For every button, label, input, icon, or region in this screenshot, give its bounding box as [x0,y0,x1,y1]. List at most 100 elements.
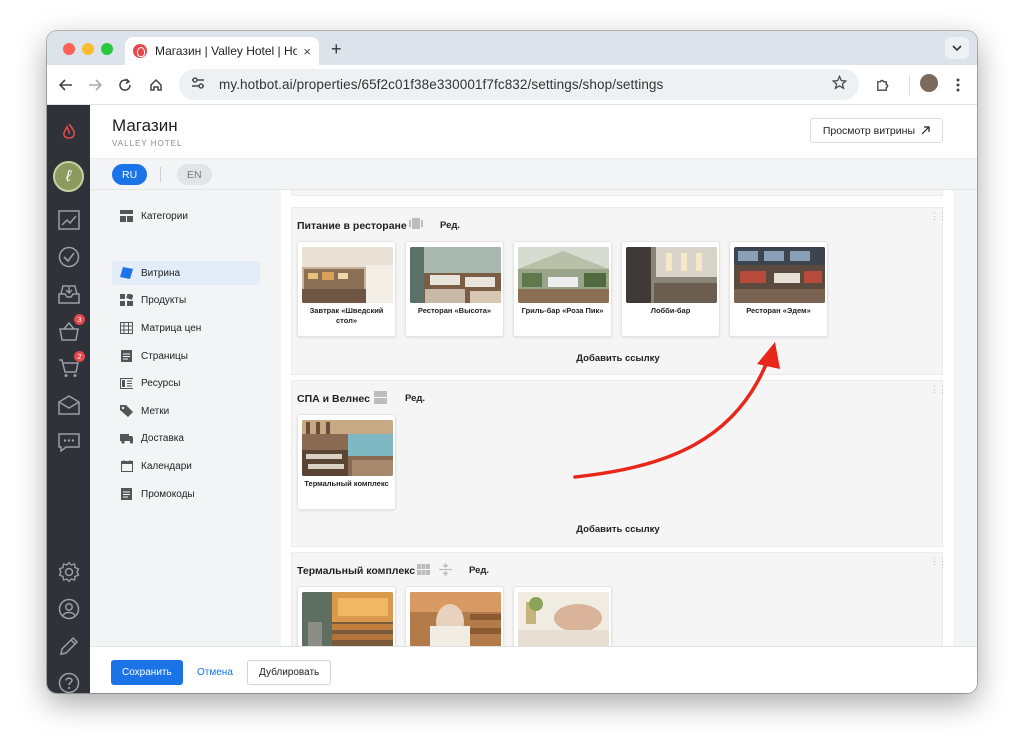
showcase-editor: Питание в ресторане Ред. ⋮⋮ Завтрак «Шве… [281,190,953,646]
profile-avatar[interactable] [920,74,938,92]
sidebar-item-tags[interactable]: Метки [112,399,260,423]
help-icon[interactable] [56,670,81,693]
card-label: Гриль-бар «Роза Пик» [521,306,604,315]
sidebar-item-label: Витрина [141,267,181,279]
list-layout-icon[interactable] [374,391,387,404]
mail-icon[interactable] [56,392,81,417]
section-divider-icon[interactable] [439,563,452,576]
profile-icon[interactable] [56,596,81,621]
card-label: Ресторан «Высота» [417,306,492,315]
section-title: Термальный комплекс [297,565,416,577]
site-settings-icon[interactable] [191,77,207,92]
tab-close-icon[interactable]: × [303,44,311,59]
maximize-window-button[interactable] [101,43,113,55]
grid-layout-icon[interactable] [417,564,430,575]
showcase-card[interactable]: Гриль-бар «Роза Пик» [513,241,612,337]
showcase-card[interactable] [405,586,504,646]
close-window-button[interactable] [63,43,75,55]
page-header: Магазин VALLEY HOTEL Просмотр витрины [90,105,977,159]
section-title: Питание в ресторане [297,220,407,232]
property-logo[interactable]: ℓ [53,161,84,192]
orders-badge: 3 [74,314,85,325]
sidebar-item-showcase[interactable]: Витрина [112,261,260,285]
browser-tab[interactable]: Магазин | Valley Hotel | Hotbo × [125,37,319,65]
showcase-card[interactable]: Термальный комплекс [297,414,396,510]
card-image [518,247,609,303]
section-spa-wellness: СПА и Велнес Ред. ⋮⋮ Термальный комплекс… [291,380,947,547]
hotbot-logo-icon[interactable] [56,119,81,144]
minimize-window-button[interactable] [82,43,94,55]
card-image [302,592,393,646]
calendar-icon [120,460,133,472]
categories-icon [120,210,133,222]
sidebar-item-promocodes[interactable]: Промокоды [112,482,260,506]
edit-pencil-icon[interactable] [56,633,81,658]
sidebar-item-resources[interactable]: Ресурсы [112,371,260,395]
showcase-card[interactable]: Завтрак «Шведский стол» [297,241,396,337]
save-button[interactable]: Сохранить [111,660,183,685]
preview-showcase-button[interactable]: Просмотр витрины [809,118,943,143]
drag-handle-icon[interactable]: ⋮⋮ [930,385,947,394]
section-edit-button[interactable]: Ред. [405,393,425,404]
extensions-button[interactable] [871,74,893,96]
card-label: Завтрак «Шведский стол» [309,306,384,325]
external-link-icon [921,126,930,135]
page-title: Магазин [112,116,178,135]
section-thermal-complex: Термальный комплекс Ред. ⋮⋮ [291,552,947,646]
language-bar: RU EN [90,159,977,190]
section-edit-button[interactable]: Ред. [469,565,489,576]
sidebar-item-price-matrix[interactable]: Матрица цен [112,316,260,340]
showcase-card[interactable] [297,586,396,646]
analytics-icon[interactable] [56,207,81,232]
section-previous-edge [291,190,943,196]
puzzle-icon [876,79,888,91]
showcase-card[interactable] [513,586,612,646]
add-link-button[interactable]: Добавить ссылку [292,524,944,535]
cancel-button[interactable]: Отмена [186,660,244,685]
shop-sidebar: Категории Витрина Продукты Матрица цен С… [90,190,281,646]
carousel-layout-icon[interactable] [409,218,423,229]
form-footer: Сохранить Отмена Дублировать [90,646,977,693]
app-rail: ℓ 3 2 [47,105,90,693]
sidebar-item-pages[interactable]: Страницы [112,344,260,368]
reload-button[interactable] [114,74,136,96]
chat-icon[interactable] [56,429,81,454]
browser-toolbar: my.hotbot.ai/properties/65f2c01f38e33000… [47,65,977,105]
drag-handle-icon[interactable]: ⋮⋮ [930,212,947,221]
back-button[interactable] [55,74,77,96]
sidebar-item-delivery[interactable]: Доставка [112,426,260,450]
showcase-card[interactable]: Лобби-бар [621,241,720,337]
lang-en-button[interactable]: EN [177,164,212,185]
sidebar-item-products[interactable]: Продукты [112,288,260,312]
card-image [626,247,717,303]
address-bar[interactable]: my.hotbot.ai/properties/65f2c01f38e33000… [179,69,859,100]
promo-icon [120,488,133,500]
new-tab-button[interactable]: + [331,39,342,60]
add-link-button[interactable]: Добавить ссылку [292,353,944,364]
tab-search-button[interactable] [945,37,969,59]
lang-ru-button[interactable]: RU [112,164,148,185]
settings-gear-icon[interactable] [56,559,81,584]
showcase-icon [120,267,133,279]
bookmark-star-icon[interactable] [831,74,848,95]
content-scrollbar-track[interactable] [953,190,977,646]
cart-badge: 2 [74,351,85,362]
drag-handle-icon[interactable]: ⋮⋮ [930,557,947,566]
orders-icon[interactable]: 3 [56,314,85,343]
cart-icon[interactable]: 2 [56,351,85,380]
sidebar-item-calendars[interactable]: Календари [112,454,260,478]
chrome-menu-button[interactable] [947,74,969,96]
inbox-icon[interactable] [56,281,81,306]
home-button[interactable] [145,74,167,96]
showcase-card[interactable]: Ресторан «Высота» [405,241,504,337]
showcase-card[interactable]: Ресторан «Эдем» [729,241,828,337]
duplicate-button[interactable]: Дублировать [247,660,332,685]
tags-icon [120,405,133,417]
reload-icon [119,78,131,91]
sidebar-item-categories[interactable]: Категории [112,204,260,228]
arrow-left-icon [59,79,72,91]
sidebar-item-label: Доставка [141,432,184,444]
forward-button[interactable] [84,74,106,96]
tasks-icon[interactable] [56,244,81,269]
section-edit-button[interactable]: Ред. [440,220,460,231]
